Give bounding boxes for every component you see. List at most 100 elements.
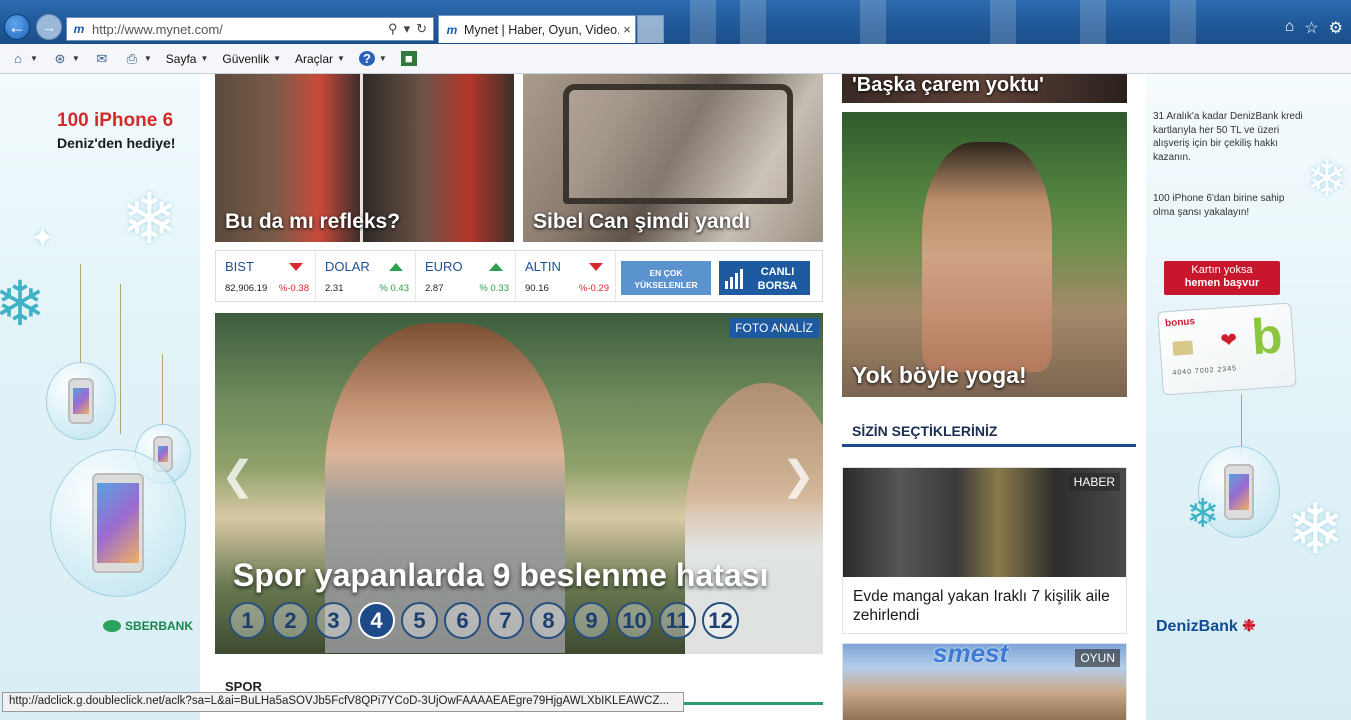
snowflake-icon: ❄ — [1286, 490, 1345, 568]
help-menu[interactable]: ? ▼ — [358, 51, 387, 66]
section-divider — [842, 444, 1136, 447]
browser-titlebar: ← → m http://www.mynet.com/ ⚲ ▾ ↻ m Myne… — [0, 0, 1351, 44]
page-menu[interactable]: Sayfa ▼ — [166, 52, 209, 66]
print-menu[interactable]: ⎙ ▼ — [124, 51, 152, 66]
prev-slide-icon[interactable]: ❮ — [221, 453, 255, 499]
back-arrow-icon: ← — [8, 16, 26, 37]
left-ad-sberbank[interactable]: 100 iPhone 6 Deniz'den hediye! ❄ ❄ ✦ SBE… — [0, 74, 200, 720]
down-arrow-icon — [589, 263, 603, 271]
addon-button[interactable]: ■ — [400, 51, 417, 66]
ad-subline: Deniz'den hediye! — [57, 135, 176, 151]
safety-menu[interactable]: Güvenlik ▼ — [222, 52, 281, 66]
web-page: 100 iPhone 6 Deniz'den hediye! ❄ ❄ ✦ SBE… — [0, 74, 1351, 720]
help-icon: ? — [358, 51, 375, 66]
hero-title: Spor yapanlarda 9 beslenme hatası — [233, 557, 769, 593]
page-button[interactable]: 5 — [401, 602, 438, 639]
back-button[interactable]: ← — [4, 14, 30, 40]
favorites-star-icon[interactable]: ☆ — [1304, 18, 1318, 38]
page-button[interactable]: 9 — [573, 602, 610, 639]
slide-pager: 1 2 3 4 5 6 7 8 9 10 11 12 — [229, 602, 739, 639]
ad-text: 100 iPhone 6'dan birine sahip olma şansı… — [1153, 193, 1285, 218]
address-bar[interactable]: m http://www.mynet.com/ ⚲ ▾ ↻ — [66, 17, 434, 41]
section-title-picks: SİZİN SEÇTİKLERİNİZ — [852, 423, 998, 439]
story-sibel-can[interactable]: Sibel Can şimdi yandı — [523, 74, 823, 242]
refresh-icon[interactable]: ↻ — [416, 21, 427, 37]
home-menu[interactable]: ⌂ ▼ — [10, 51, 38, 66]
live-borsa-button[interactable]: CANLI BORSA — [719, 261, 810, 295]
right-ad-denizbank[interactable]: 31 Aralık'a kadar DenizBank kredi kartla… — [1146, 74, 1351, 720]
snowflake-icon: ❄ — [1186, 492, 1220, 536]
news-headline: Evde mangal yakan Iraklı 7 kişilik aile … — [853, 588, 1110, 624]
page-button[interactable]: 3 — [315, 602, 352, 639]
game-logo: smest — [933, 644, 1009, 668]
page-button[interactable]: 2 — [272, 602, 309, 639]
mail-icon: ✉ — [96, 50, 108, 66]
snowflake-icon: ❄ — [120, 180, 179, 258]
home-icon[interactable]: ⌂ — [1285, 18, 1295, 38]
market-item-altin[interactable]: ALTIN 90.16 %-0.29 — [516, 251, 616, 301]
up-arrow-icon — [389, 263, 403, 271]
forward-arrow-icon: → — [41, 18, 57, 36]
game-card[interactable]: smest OYUN — [842, 643, 1127, 720]
ad-text: 31 Aralık'a kadar DenizBank kredi kartla… — [1153, 111, 1303, 163]
home-icon: ⌂ — [14, 51, 22, 66]
page-button[interactable]: 11 — [659, 602, 696, 639]
down-arrow-icon — [289, 263, 303, 271]
ad-headline: 100 iPhone 6 — [57, 110, 174, 131]
story-yoga[interactable]: Yok böyle yoga! — [842, 112, 1127, 397]
page-button[interactable]: 6 — [444, 602, 481, 639]
command-bar: ⌂ ▼ ⊛ ▼ ✉ ⎙ ▼ Sayfa ▼ Güvenlik ▼ Araçlar ▼ ? ▼ … — [0, 44, 1351, 74]
page-button[interactable]: 12 — [702, 602, 739, 639]
mail-button[interactable]: ✉ — [94, 51, 110, 66]
page-button[interactable]: 10 — [616, 602, 653, 639]
ornament-iphone — [46, 362, 116, 440]
hero-slideshow[interactable]: FOTO ANALİZ ❮ ❯ Spor yapanlarda 9 beslen… — [215, 313, 823, 654]
bonus-card-image: bonus ❤ b 4040 7002 2345 — [1157, 302, 1297, 396]
dropdown-icon[interactable]: ▾ — [404, 21, 411, 37]
story-baska-carem[interactable]: 'Başka çarem yoktu' — [842, 74, 1127, 103]
gear-icon[interactable]: ⚙ — [1329, 18, 1343, 38]
denizbank-logo: DenizBank ❉ — [1156, 618, 1256, 635]
story-caption: Bu da mı refleks? — [225, 210, 401, 233]
story-caption: 'Başka çarem yoktu' — [852, 74, 1044, 96]
heart-icon: ❤ — [1219, 329, 1238, 353]
market-item-euro[interactable]: EURO 2.87 % 0.33 — [416, 251, 516, 301]
page-menu-label: Sayfa — [165, 51, 197, 66]
status-bar-link: http://adclick.g.doubleclick.net/aclk?sa… — [2, 692, 684, 712]
tools-menu[interactable]: Araçlar ▼ — [295, 52, 345, 66]
page-button-active[interactable]: 4 — [358, 602, 395, 639]
apply-button[interactable]: Kartın yoksa hemen başvur — [1164, 261, 1280, 295]
up-arrow-icon — [489, 263, 503, 271]
market-item-dolar[interactable]: DOLAR 2.31 % 0.43 — [316, 251, 416, 301]
rss-icon: ⊛ — [54, 50, 66, 66]
tab-close-icon[interactable]: × — [619, 22, 635, 37]
site-favicon-icon: m — [72, 22, 86, 36]
category-badge: HABER — [1068, 473, 1120, 491]
safety-menu-label: Güvenlik — [222, 51, 270, 66]
feeds-menu[interactable]: ⊛ ▼ — [52, 50, 79, 66]
news-card[interactable]: HABER Evde mangal yakan Iraklı 7 kişilik… — [842, 467, 1127, 634]
page-button[interactable]: 8 — [530, 602, 567, 639]
sberbank-logo: SBERBANK — [103, 619, 193, 633]
page-button[interactable]: 1 — [229, 602, 266, 639]
tab-mynet[interactable]: m Mynet | Haber, Oyun, Video... × — [438, 15, 636, 43]
story-refleks[interactable]: Bu da mı refleks? — [215, 74, 514, 242]
foto-analiz-tag: FOTO ANALİZ — [729, 318, 819, 338]
ornament-iphone — [50, 449, 186, 597]
search-icon[interactable]: ⚲ — [388, 21, 398, 37]
tools-menu-label: Araçlar — [294, 51, 333, 66]
new-tab-button[interactable] — [637, 15, 664, 43]
snowflake-icon: ❄ — [1306, 151, 1348, 207]
story-caption: Yok böyle yoga! — [852, 362, 1027, 388]
market-ticker: BIST 82,906.19 %-0.38 DOLAR 2.31 % 0.43 … — [215, 250, 823, 302]
market-item-bist[interactable]: BIST 82,906.19 %-0.38 — [216, 251, 316, 301]
top-risers-button[interactable]: EN ÇOK YÜKSELENLER — [621, 261, 711, 295]
page-button[interactable]: 7 — [487, 602, 524, 639]
address-url[interactable]: http://www.mynet.com/ — [92, 22, 388, 37]
printer-icon: ⎙ — [126, 50, 138, 66]
next-slide-icon[interactable]: ❯ — [781, 453, 815, 499]
forward-button[interactable]: → — [36, 14, 62, 40]
tab-title: Mynet | Haber, Oyun, Video... — [464, 22, 619, 37]
category-badge: OYUN — [1075, 649, 1120, 667]
snowflake-icon: ✦ — [30, 222, 56, 255]
